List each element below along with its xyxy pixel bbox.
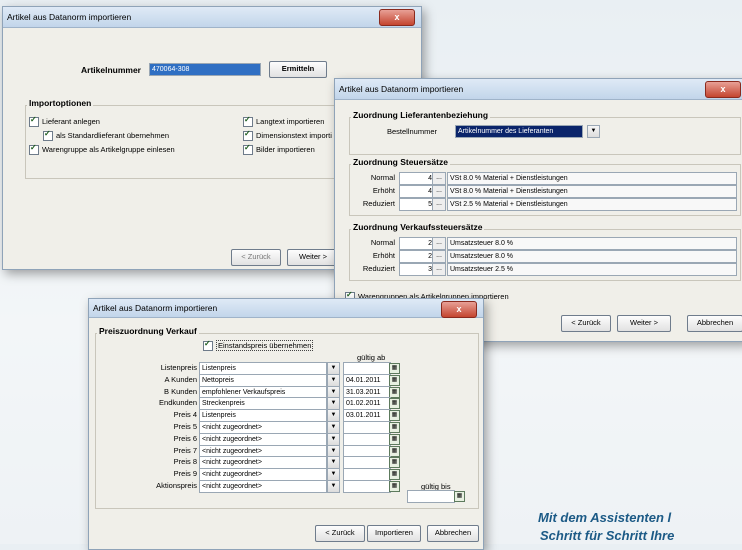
importieren-button[interactable]: Importieren	[367, 525, 421, 542]
tax-label: Erhöht	[372, 186, 395, 195]
tax-description: Umsatzsteuer 2.5 %	[447, 263, 737, 276]
tax-label: Normal	[370, 173, 395, 182]
checkbox-icon[interactable]	[203, 339, 213, 352]
price-select[interactable]: <nicht zugeordnet>	[199, 480, 327, 493]
calendar-icon[interactable]: ▦	[389, 386, 400, 398]
price-label: Aktionspreis	[156, 481, 197, 490]
checkbox-icon[interactable]	[43, 129, 53, 142]
browse-button[interactable]: ...	[432, 237, 446, 250]
tax-code-input[interactable]: 5	[399, 198, 435, 211]
tax-label: Reduziert	[362, 264, 395, 273]
preis-group-title: Preiszuordnung Verkauf	[97, 326, 199, 336]
tax-code-input[interactable]: 2	[399, 237, 435, 250]
back-button[interactable]: < Zurück	[315, 525, 365, 542]
tax-label: Normal	[370, 238, 395, 247]
checkbox-icon[interactable]	[243, 143, 253, 156]
price-label: Preis 5	[173, 422, 197, 431]
tax-code-input[interactable]: 4	[399, 172, 435, 185]
window-title: Artikel aus Datanorm importieren	[93, 303, 218, 313]
bestellnummer-select[interactable]: Artikelnummer des Lieferanten	[455, 125, 583, 138]
calendar-icon[interactable]: ▦	[454, 491, 465, 502]
next-button[interactable]: Weiter >	[617, 315, 671, 332]
checkbox-icon[interactable]	[243, 115, 253, 128]
calendar-icon[interactable]: ▦	[389, 410, 400, 422]
back-button[interactable]: < Zurück	[231, 249, 281, 266]
close-button[interactable]: x	[705, 81, 741, 98]
price-label: Endkunden	[159, 398, 197, 408]
checkbox-icon[interactable]	[29, 115, 39, 128]
calendar-icon[interactable]: ▦	[389, 445, 400, 457]
titlebar: Artikel aus Datanorm importieren x	[3, 7, 421, 28]
tax-description: VSt 8.0 % Material + Dienstleistungen	[447, 185, 737, 198]
standardlieferant-checkbox[interactable]: als Standardlieferant übernehmen	[43, 129, 169, 142]
price-label: Preis 9	[173, 469, 197, 479]
calendar-icon[interactable]: ▦	[389, 398, 400, 410]
calendar-icon[interactable]: ▦	[389, 422, 400, 433]
bestellnummer-label: Bestellnummer	[387, 127, 438, 136]
tax-code-input[interactable]: 2	[399, 250, 435, 263]
tax-label: Erhöht	[372, 251, 395, 260]
close-button[interactable]: x	[379, 9, 415, 26]
tax-code-input[interactable]: 4	[399, 185, 435, 198]
artikelnummer-input[interactable]: 470064-308	[149, 63, 261, 76]
tax-description: Umsatzsteuer 8.0 %	[447, 237, 737, 250]
price-label: Listenpreis	[160, 363, 197, 372]
gueltig-bis-input[interactable]	[407, 490, 455, 503]
next-button[interactable]: Weiter >	[287, 249, 339, 266]
chevron-down-icon[interactable]: ▼	[587, 125, 600, 138]
window-title: Artikel aus Datanorm importieren	[7, 12, 132, 22]
date-input[interactable]	[343, 480, 391, 493]
cancel-button[interactable]: Abbrechen	[687, 315, 742, 332]
importoptionen-title: Importoptionen	[27, 98, 94, 108]
price-label: B Kunden	[164, 386, 197, 396]
lieferant-anlegen-checkbox[interactable]: Lieferant anlegen	[29, 115, 100, 128]
browse-button[interactable]: ...	[432, 263, 446, 276]
price-label: Preis 7	[173, 445, 197, 455]
tax-label: Reduziert	[362, 199, 395, 208]
checkbox-icon[interactable]	[29, 143, 39, 156]
steuer-group-title: Zuordnung Steuersätze	[351, 157, 450, 167]
warengruppe-checkbox[interactable]: Warengruppe als Artikelgruppe einlesen	[29, 143, 175, 156]
titlebar: Artikel aus Datanorm importieren x	[335, 79, 742, 100]
wizard-window-3: Artikel aus Datanorm importieren x Preis…	[88, 298, 484, 550]
calendar-icon[interactable]: ▦	[389, 469, 400, 481]
price-label: Preis 4	[173, 410, 197, 420]
calendar-icon[interactable]: ▦	[389, 363, 400, 374]
bilder-checkbox[interactable]: Bilder importieren	[243, 143, 315, 156]
calendar-icon[interactable]: ▦	[389, 374, 400, 386]
tax-code-input[interactable]: 3	[399, 263, 435, 276]
chevron-down-icon[interactable]: ▼	[327, 480, 340, 493]
vk-group-title: Zuordnung Verkaufssteuersätze	[351, 222, 485, 232]
calendar-icon[interactable]: ▦	[389, 457, 400, 469]
tax-description: VSt 8.0 % Material + Dienstleistungen	[447, 172, 737, 185]
price-label: Preis 8	[173, 457, 197, 467]
price-label: Preis 6	[173, 433, 197, 443]
checkbox-icon[interactable]	[243, 129, 253, 142]
gueltig-ab-label: gültig ab	[357, 353, 386, 362]
caption-line-1: Mit dem Assistenten l	[538, 510, 672, 525]
caption-line-2: Schritt für Schritt Ihre	[540, 528, 675, 543]
calendar-icon[interactable]: ▦	[389, 481, 400, 492]
cancel-button[interactable]: Abbrechen	[427, 525, 479, 542]
browse-button[interactable]: ...	[432, 198, 446, 211]
tax-description: Umsatzsteuer 8.0 %	[447, 250, 737, 263]
back-button[interactable]: < Zurück	[561, 315, 611, 332]
langtext-checkbox[interactable]: Langtext importieren	[243, 115, 324, 128]
ermitteln-button[interactable]: Ermitteln	[269, 61, 327, 78]
dimensionstext-checkbox[interactable]: Dimensionstext importi	[243, 129, 332, 142]
browse-button[interactable]: ...	[432, 250, 446, 263]
browse-button[interactable]: ...	[432, 172, 446, 185]
browse-button[interactable]: ...	[432, 185, 446, 198]
artikelnummer-label: Artikelnummer	[81, 65, 141, 75]
window-title: Artikel aus Datanorm importieren	[339, 84, 464, 94]
price-label: A Kunden	[164, 374, 197, 384]
lieferant-group-title: Zuordnung Lieferantenbeziehung	[351, 110, 491, 120]
calendar-icon[interactable]: ▦	[389, 433, 400, 445]
titlebar: Artikel aus Datanorm importieren x	[89, 299, 483, 318]
einstandspreis-checkbox[interactable]: Einstandspreis übernehmen	[203, 339, 314, 352]
close-button[interactable]: x	[441, 301, 477, 318]
tax-description: VSt 2.5 % Material + Dienstleistungen	[447, 198, 737, 211]
